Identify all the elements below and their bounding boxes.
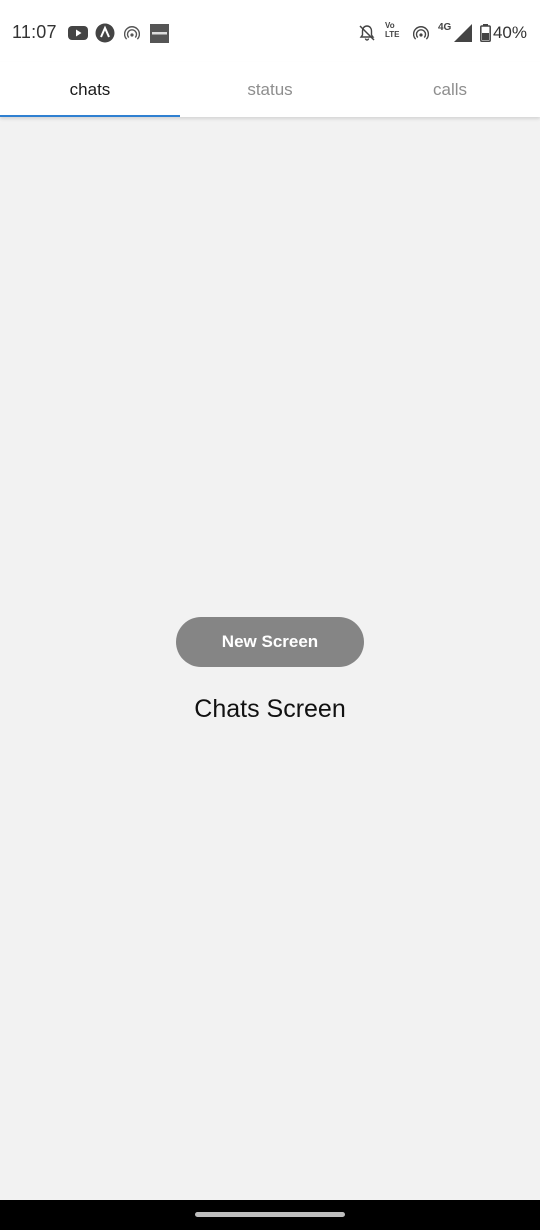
new-screen-button[interactable]: New Screen — [176, 617, 364, 667]
tab-status-label: status — [247, 79, 293, 99]
tab-chats[interactable]: chats — [0, 62, 180, 117]
bell-off-icon — [358, 23, 376, 43]
system-nav-bar — [0, 1200, 540, 1230]
chats-content: New Screen Chats Screen — [0, 117, 540, 1200]
new-screen-button-label: New Screen — [221, 632, 319, 651]
app-screen: 11:07 Vo LTE 4G 40% chats status calls N… — [0, 0, 540, 1230]
volte-icon: Vo LTE — [385, 21, 400, 41]
volte-bottom-text: LTE — [385, 30, 400, 39]
status-time: 11:07 — [12, 22, 57, 42]
tab-calls-label: calls — [432, 79, 467, 99]
tab-calls[interactable]: calls — [360, 62, 540, 117]
tab-status[interactable]: status — [180, 62, 360, 117]
home-gesture-handle[interactable] — [195, 1212, 345, 1217]
battery-icon — [480, 23, 491, 43]
battery-percent: 40% — [492, 23, 527, 42]
page-title: Chats Screen — [194, 695, 346, 723]
tab-bar: chats status calls — [0, 62, 540, 117]
hotspot-icon — [413, 23, 429, 43]
signal-icon — [454, 23, 472, 43]
youtube-icon — [68, 23, 88, 43]
volte-top-text: Vo — [385, 21, 395, 30]
status-bar: 11:07 Vo LTE 4G 40% — [0, 0, 540, 62]
tab-chats-label: chats — [69, 79, 111, 99]
hotspot-icon — [124, 23, 140, 43]
app-a-icon — [95, 23, 115, 43]
app-square-icon — [150, 23, 169, 43]
network-type-label: 4G — [438, 22, 452, 33]
